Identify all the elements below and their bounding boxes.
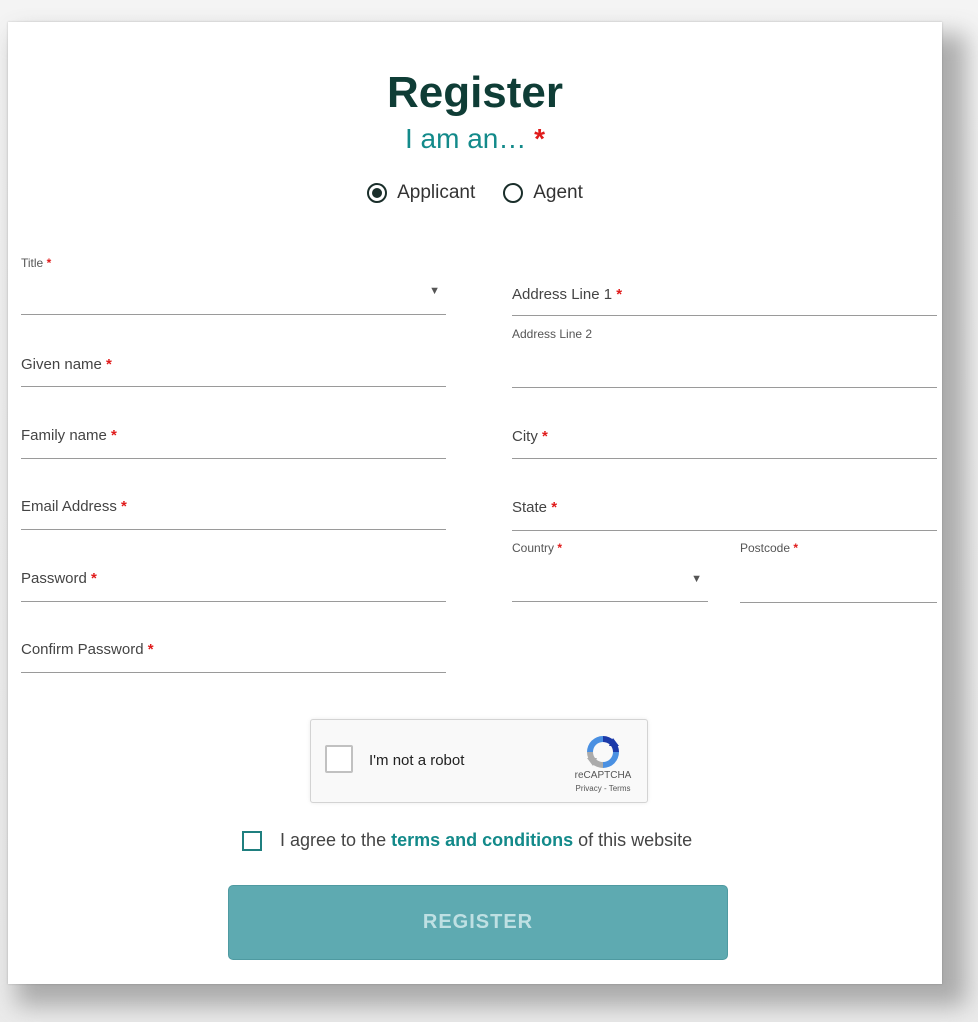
required-mark: * <box>121 498 127 515</box>
role-radio-group: Applicant Agent <box>8 182 942 204</box>
password-input[interactable]: Password * <box>21 562 446 602</box>
postcode-label-text: Postcode <box>740 541 791 555</box>
role-prompt: I am an… * <box>8 123 942 155</box>
recaptcha-terms-link[interactable]: Terms <box>609 784 631 793</box>
recaptcha-links: Privacy - Terms <box>561 784 645 793</box>
given-name-label: Given name * <box>21 356 112 373</box>
email-label: Email Address * <box>21 498 127 515</box>
given-name-input[interactable]: Given name * <box>21 348 446 387</box>
address-line-1-label-text: Address Line 1 <box>512 286 613 303</box>
required-mark: * <box>551 499 558 516</box>
email-input[interactable]: Email Address * <box>21 491 446 530</box>
required-mark: * <box>534 123 546 154</box>
required-mark: * <box>557 541 563 555</box>
given-name-label-text: Given name <box>21 356 102 373</box>
required-mark: * <box>616 286 623 303</box>
recaptcha-checkbox[interactable] <box>325 745 353 773</box>
state-label: State * <box>512 499 557 516</box>
required-mark: * <box>793 541 799 555</box>
recaptcha-logo-icon <box>587 736 619 768</box>
register-button[interactable]: REGISTER <box>228 885 728 960</box>
terms-link[interactable]: terms and conditions <box>391 830 573 850</box>
radio-unselected-icon <box>503 183 524 203</box>
email-label-text: Email Address <box>21 498 117 515</box>
recaptcha-brand: reCAPTCHA <box>574 770 632 781</box>
required-mark: * <box>147 641 154 658</box>
country-label: Country * <box>512 541 562 555</box>
state-input[interactable]: State * <box>512 491 937 531</box>
city-label-text: City <box>512 428 538 445</box>
terms-prefix: I agree to the <box>280 830 387 850</box>
recaptcha-label: I'm not a robot <box>369 752 465 769</box>
role-prompt-text: I am an… <box>404 123 527 154</box>
family-name-input[interactable]: Family name * <box>21 420 446 459</box>
terms-text: I agree to the terms and conditions of t… <box>280 830 692 851</box>
postcode-label: Postcode * <box>740 541 798 555</box>
address-line-2-input[interactable] <box>512 348 937 388</box>
state-label-text: State <box>512 499 548 516</box>
country-label-text: Country <box>512 541 555 555</box>
required-mark: * <box>91 570 97 587</box>
recaptcha-link-separator: - <box>601 784 609 793</box>
role-label-agent: Agent <box>533 182 583 203</box>
title-label: Title * <box>21 256 51 270</box>
role-label-applicant: Applicant <box>397 182 476 203</box>
chevron-down-icon: ▼ <box>691 573 702 585</box>
city-input[interactable]: City * <box>512 420 937 459</box>
address-line-2-label: Address Line 2 <box>512 327 593 341</box>
required-mark: * <box>542 428 548 445</box>
role-radio-applicant[interactable]: Applicant <box>367 182 475 204</box>
confirm-password-input[interactable]: Confirm Password * <box>21 634 446 673</box>
title-label-text: Title <box>21 256 44 270</box>
terms-agreement: I agree to the terms and conditions of t… <box>242 830 692 851</box>
required-mark: * <box>111 427 117 444</box>
postcode-input[interactable] <box>740 562 937 603</box>
confirm-password-label-text: Confirm Password <box>21 641 144 658</box>
family-name-label-text: Family name <box>21 427 107 444</box>
country-select[interactable]: ▼ <box>512 562 708 602</box>
city-label: City * <box>512 428 548 445</box>
role-radio-agent[interactable]: Agent <box>503 182 583 204</box>
password-label: Password * <box>21 570 97 587</box>
recaptcha-widget: I'm not a robot reCAPTCHA Privacy - Term… <box>310 719 648 803</box>
terms-suffix: of this website <box>578 830 693 850</box>
required-mark: * <box>106 356 112 373</box>
terms-checkbox[interactable] <box>242 830 262 851</box>
family-name-label: Family name * <box>21 427 117 444</box>
page-title: Register <box>386 68 564 117</box>
address-line-1-label: Address Line 1 * <box>512 286 622 303</box>
recaptcha-privacy-link[interactable]: Privacy <box>576 784 602 793</box>
password-label-text: Password <box>21 570 87 587</box>
address-line-1-input[interactable]: Address Line 1 * <box>512 277 937 316</box>
confirm-password-label: Confirm Password * <box>21 641 154 658</box>
chevron-down-icon: ▼ <box>429 285 440 297</box>
radio-selected-icon <box>367 183 388 203</box>
title-select[interactable]: ▼ <box>21 277 446 315</box>
register-card: Register I am an… * Applicant Agent Titl… <box>8 22 942 984</box>
required-mark: * <box>46 256 52 270</box>
